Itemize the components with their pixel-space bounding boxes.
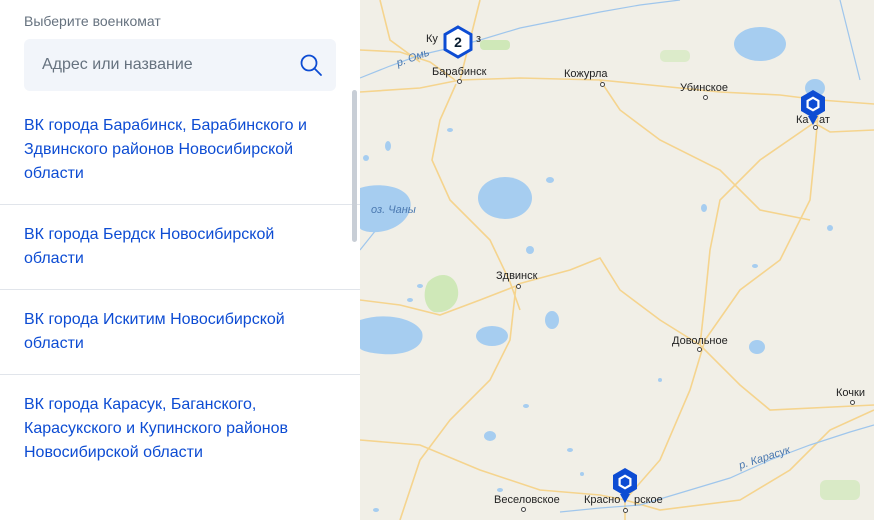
search-box bbox=[24, 39, 336, 91]
list-item[interactable]: ВК города Искитим Новосибирской области bbox=[0, 290, 360, 375]
town-dot bbox=[850, 400, 855, 405]
military-office-list: ВК города Барабинск, Барабинского и Здви… bbox=[0, 96, 360, 483]
cluster-count: 2 bbox=[454, 34, 462, 50]
town-dot bbox=[516, 284, 521, 289]
town-label-veselovskoe: Веселовское bbox=[494, 494, 560, 506]
town-dot bbox=[623, 508, 628, 513]
town-label-zdvinsk: Здвинск bbox=[496, 270, 538, 282]
town-label-kozhurla: Кожурла bbox=[564, 68, 608, 80]
map-view[interactable]: Ку з Барабинск Кожурла Убинское Ка ат Зд… bbox=[360, 0, 874, 520]
search-button[interactable] bbox=[298, 52, 324, 78]
town-label-barabinsk: Барабинск bbox=[432, 66, 487, 78]
town-dot bbox=[697, 347, 702, 352]
town-label-kochki: Кочки bbox=[836, 387, 865, 399]
cluster-marker[interactable]: 2 bbox=[442, 25, 474, 59]
sidebar-panel: Выберите военкомат ВК города Барабинск, … bbox=[0, 0, 360, 520]
map-marker-kargat[interactable] bbox=[799, 89, 827, 129]
list-item[interactable]: ВК города Барабинск, Барабинского и Здви… bbox=[0, 96, 360, 205]
town-label-kuybyshev-tail: з bbox=[476, 33, 482, 45]
map-layer bbox=[360, 0, 874, 520]
search-icon bbox=[300, 54, 322, 76]
lake-label-chany: оз. Чаны bbox=[371, 204, 416, 216]
town-dot bbox=[457, 79, 462, 84]
list-scrollbar[interactable] bbox=[352, 90, 357, 242]
search-input[interactable] bbox=[24, 39, 284, 91]
town-dot bbox=[600, 82, 605, 87]
town-label-dovolnoe: Довольное bbox=[672, 335, 728, 347]
map-pin-icon bbox=[613, 468, 637, 503]
town-dot bbox=[703, 95, 708, 100]
town-label-kuybyshev: Ку bbox=[426, 33, 438, 45]
map-pin-icon bbox=[801, 90, 825, 125]
town-label-ubinskoe: Убинское bbox=[680, 82, 728, 94]
map-marker-krasnozerskoe[interactable] bbox=[611, 467, 639, 507]
list-item[interactable]: ВК города Бердск Новосибирской области bbox=[0, 205, 360, 290]
list-item[interactable]: ВК города Карасук, Баганского, Карасукск… bbox=[0, 375, 360, 483]
town-dot bbox=[521, 507, 526, 512]
panel-title: Выберите военкомат bbox=[24, 13, 161, 29]
